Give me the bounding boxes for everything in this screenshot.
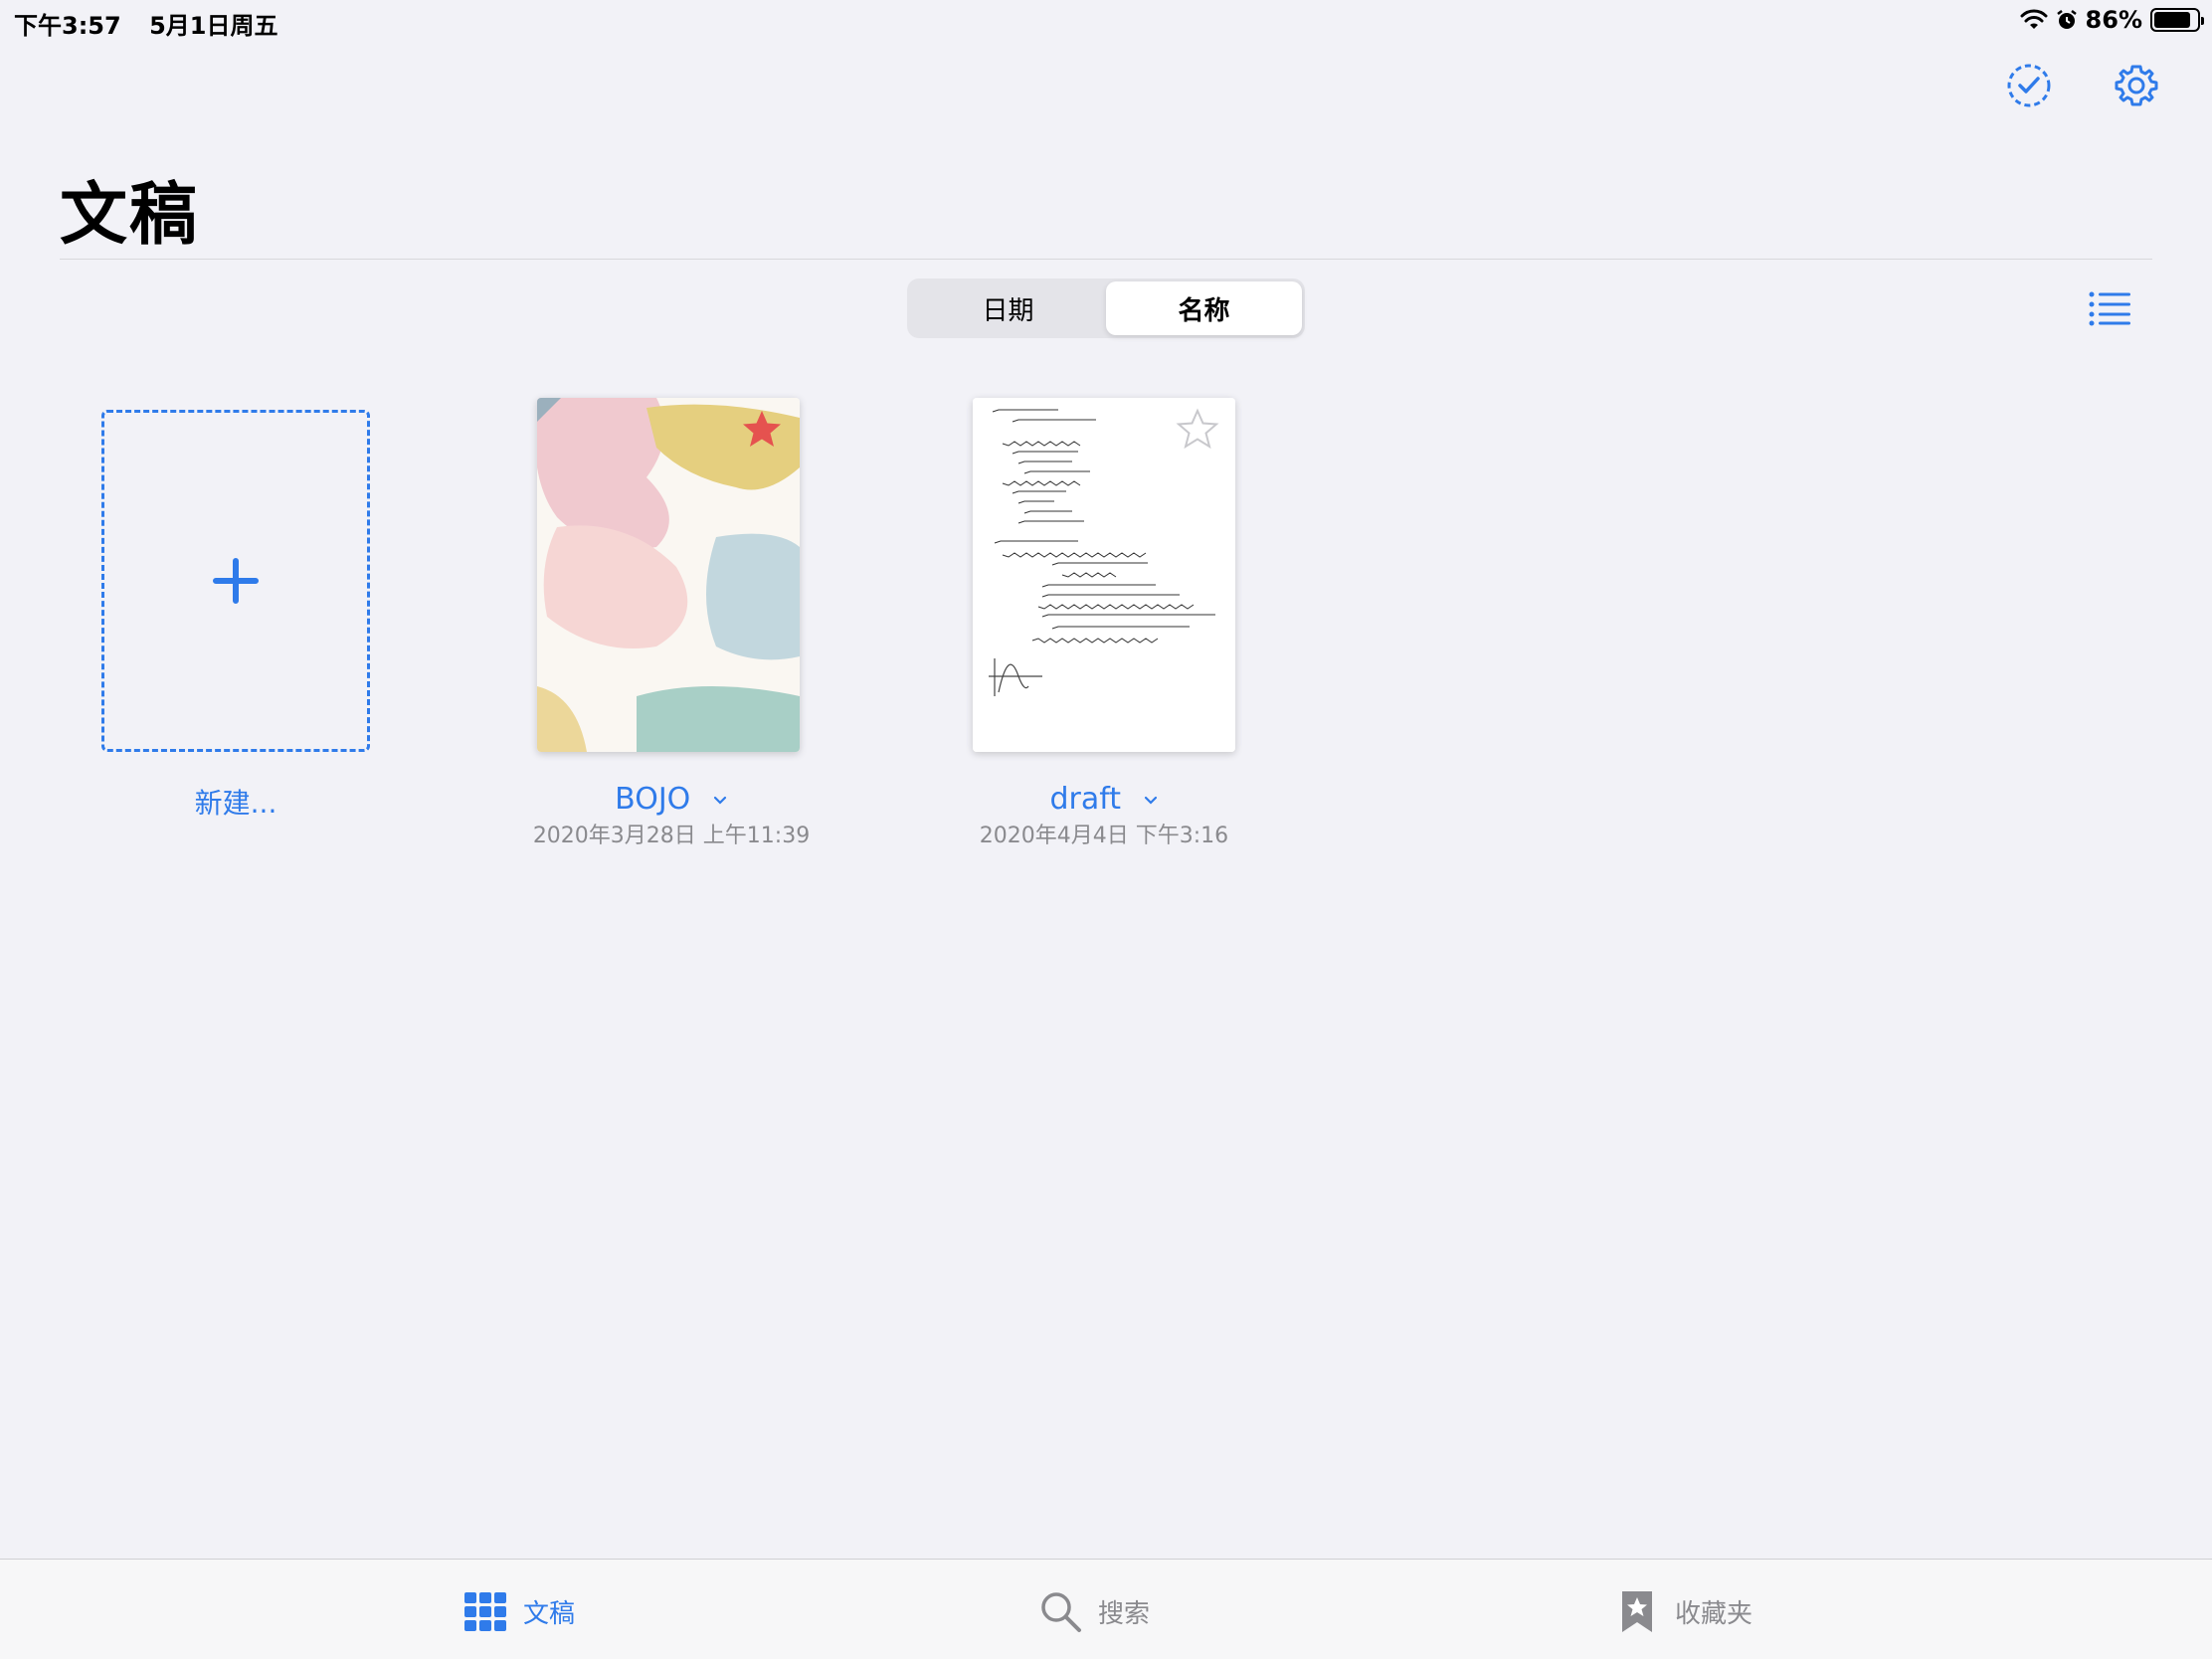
status-date: 5月1日周五 [149, 12, 278, 40]
chevron-down-icon [713, 796, 726, 805]
sort-segmented-control: 日期 名称 [907, 278, 1305, 338]
tab-favorites[interactable]: 收藏夹 [1615, 1589, 1752, 1633]
select-checkmark-icon[interactable] [2005, 62, 2053, 109]
document-title-text: BOJO [615, 782, 691, 817]
sort-by-name[interactable]: 名称 [1106, 281, 1302, 335]
grid-icon [464, 1592, 506, 1631]
battery-fill [2154, 12, 2191, 28]
status-time: 下午3:57 [14, 12, 121, 40]
tab-label: 收藏夹 [1675, 1598, 1753, 1629]
tab-label: 文稿 [523, 1598, 576, 1629]
document-title-text: draft [1049, 782, 1121, 817]
tab-documents[interactable]: 文稿 [463, 1589, 575, 1633]
tab-search[interactable]: 搜索 [1038, 1589, 1150, 1633]
page-title: 文稿 [60, 176, 200, 255]
status-left: 下午3:57 5月1日周五 [14, 6, 297, 41]
document-thumbnail-draft[interactable] [973, 398, 1235, 752]
chevron-down-icon [1144, 796, 1157, 805]
document-title-draft[interactable]: draft [925, 782, 1283, 817]
status-right: 86% [2020, 6, 2204, 34]
list-view-icon[interactable] [2089, 290, 2130, 326]
plus-icon [213, 558, 259, 604]
document-date-bojo: 2020年3月28日 上午11:39 [532, 824, 811, 848]
tab-label: 搜索 [1098, 1598, 1151, 1629]
sort-by-date[interactable]: 日期 [910, 281, 1106, 335]
document-title-bojo[interactable]: BOJO [492, 782, 850, 817]
top-actions [2005, 62, 2160, 109]
bookmark-star-icon [1622, 1591, 1652, 1632]
alarm-icon [2056, 10, 2077, 29]
new-document-button[interactable] [101, 410, 370, 752]
favorite-star-outline-icon[interactable] [1176, 408, 1219, 452]
battery-icon [2150, 8, 2204, 32]
battery-percent: 86% [2085, 6, 2142, 34]
new-document-label[interactable]: 新建... [101, 782, 370, 822]
title-divider [60, 259, 2152, 260]
wifi-icon [2020, 9, 2048, 29]
favorite-star-icon[interactable] [740, 408, 784, 452]
gear-icon[interactable] [2113, 62, 2160, 109]
tab-bar: 文稿 搜索 收藏夹 [0, 1559, 2212, 1659]
document-date-draft: 2020年4月4日 下午3:16 [979, 824, 1229, 848]
document-thumbnail-bojo[interactable] [537, 398, 800, 752]
search-icon [1041, 1592, 1081, 1632]
status-bar: 下午3:57 5月1日周五 86% [0, 0, 2212, 40]
